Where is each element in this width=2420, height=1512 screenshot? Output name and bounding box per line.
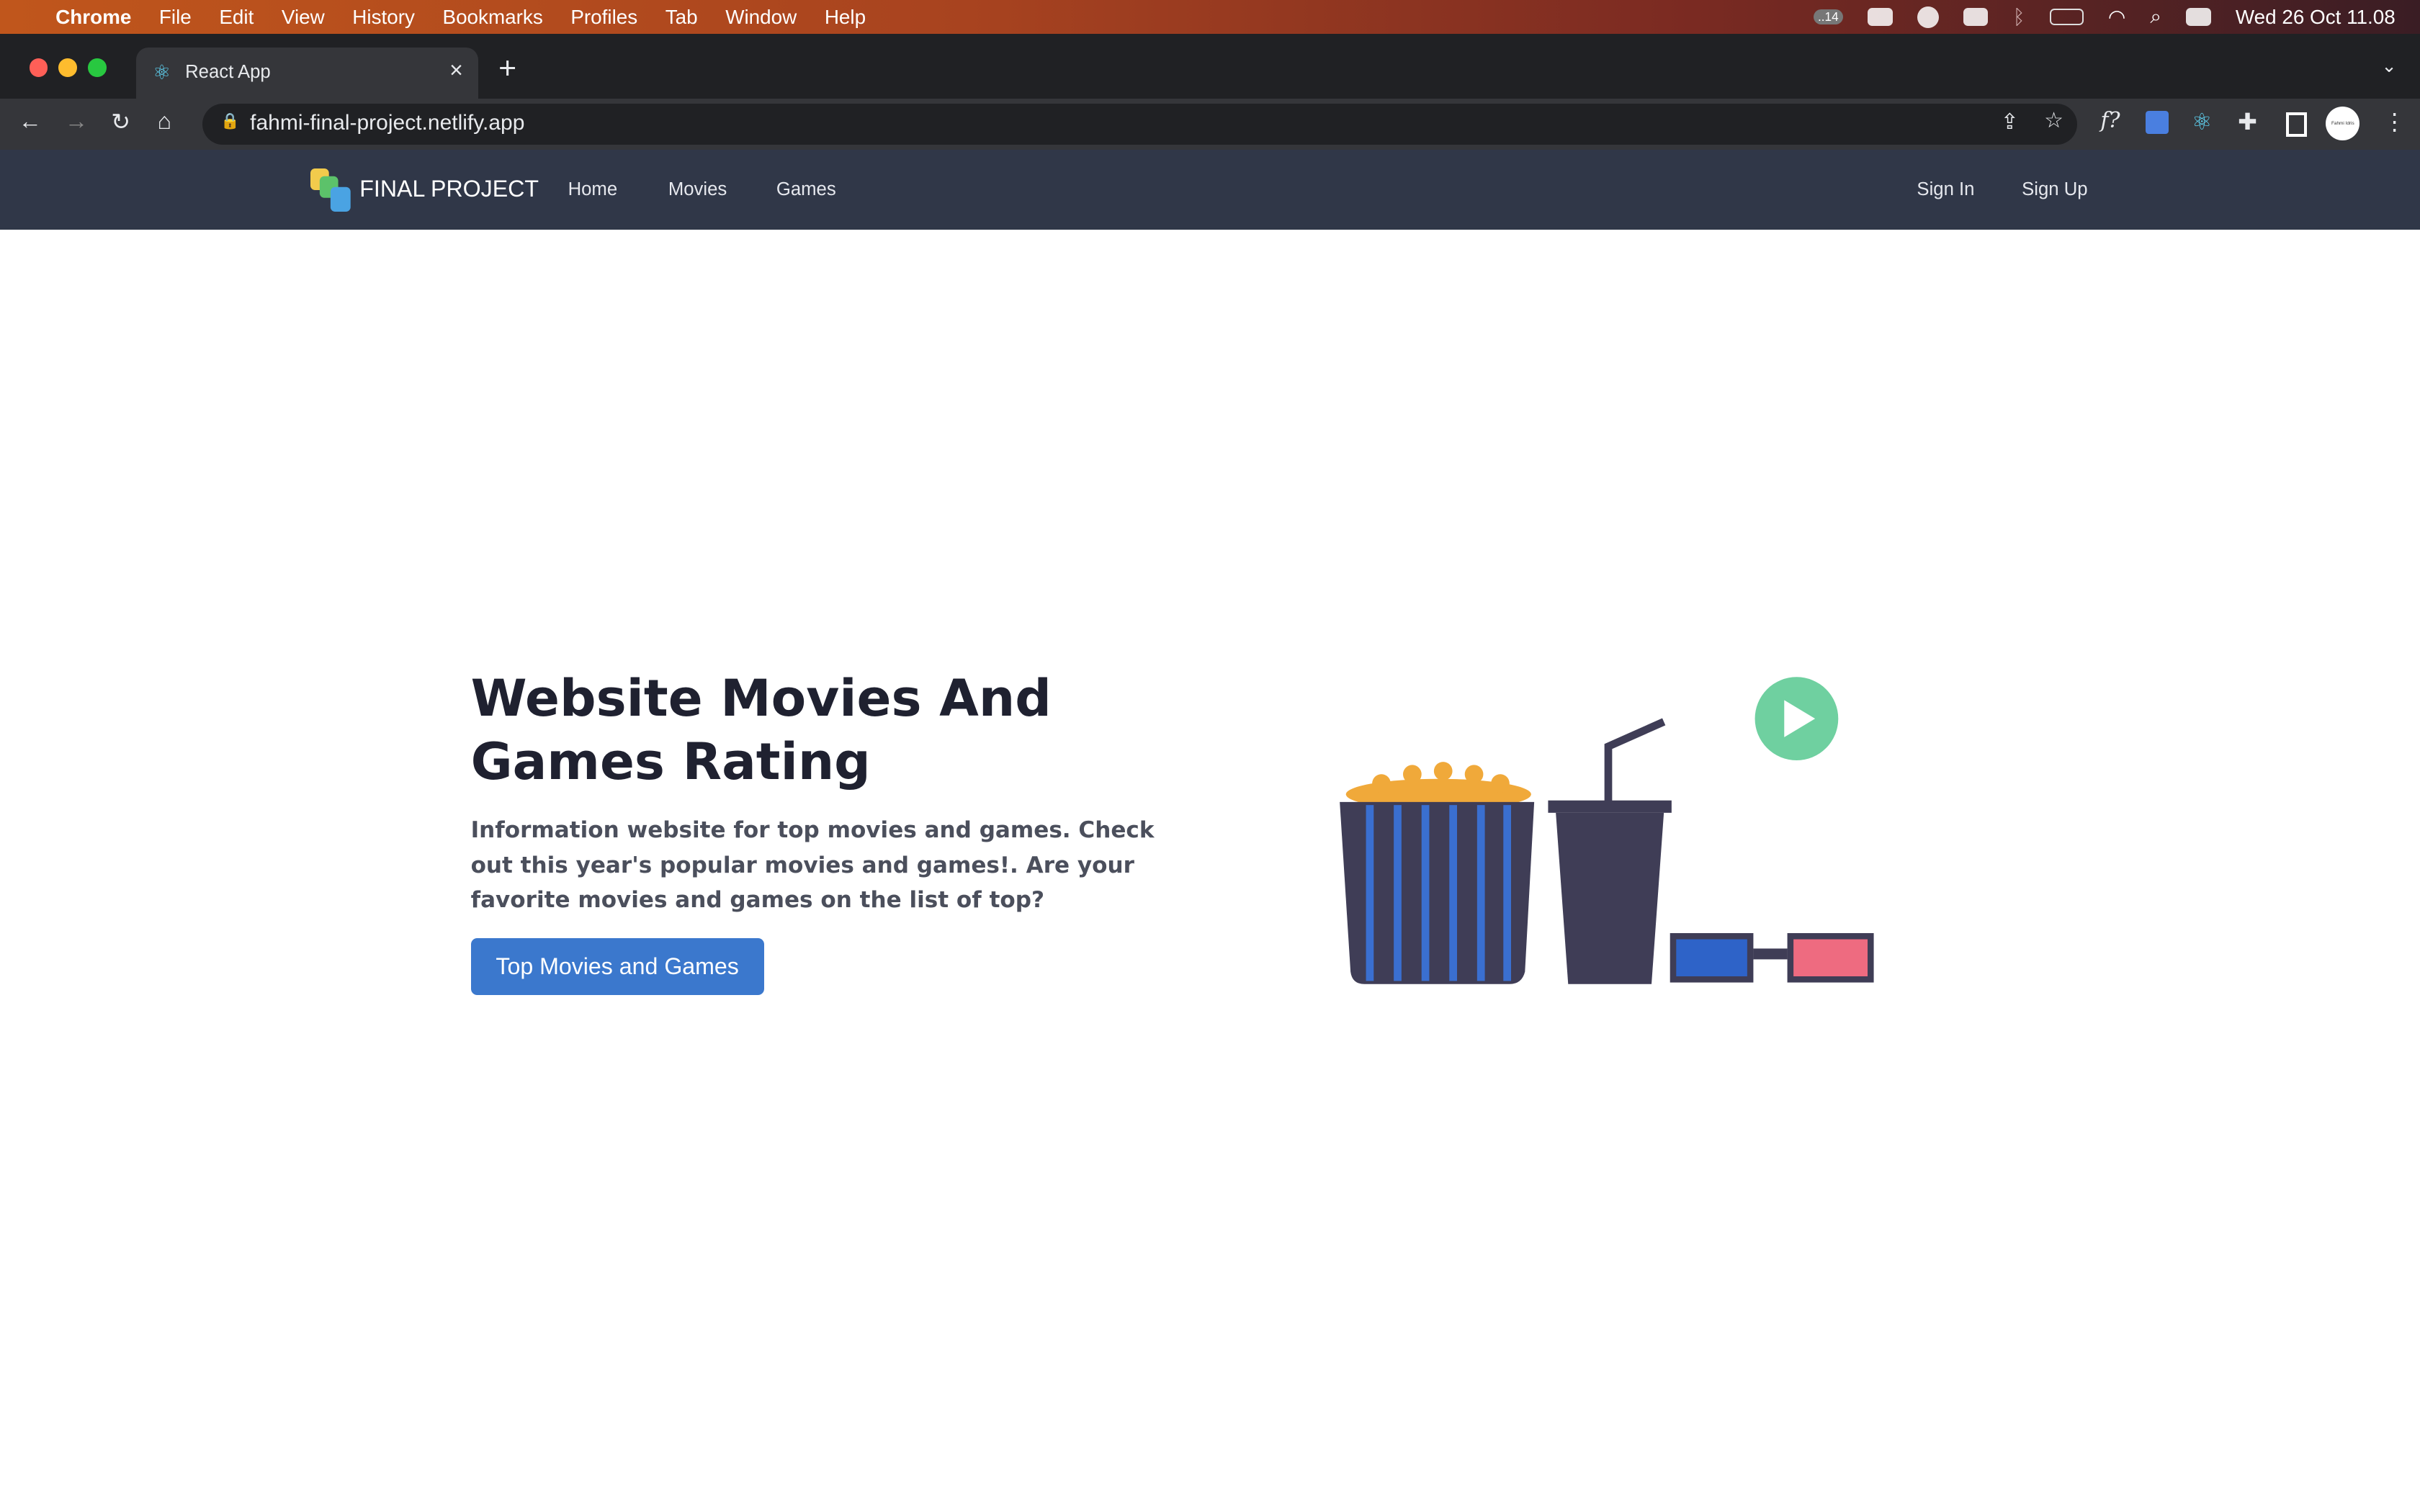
home-icon[interactable]: ⌂	[158, 108, 171, 135]
tab-react-app[interactable]: ⚛ React App ×	[135, 48, 479, 99]
tab-search-chevron-icon[interactable]: ⌄	[2381, 55, 2397, 77]
share-icon[interactable]: ⇪	[2001, 109, 2019, 135]
brand-name[interactable]: FINAL PROJECT	[359, 176, 539, 202]
sign-in-link[interactable]: Sign In	[1917, 179, 1974, 200]
font-extension-icon[interactable]: f?	[2100, 108, 2120, 133]
profile-avatar[interactable]: Fahmi Idris	[2326, 106, 2360, 140]
control-center-icon[interactable]	[2186, 7, 2211, 27]
tab-title: React App	[185, 61, 271, 82]
nav-movies[interactable]: Movies	[668, 179, 727, 200]
globe-shield-icon[interactable]	[1917, 6, 1939, 28]
url-text[interactable]: fahmi-final-project.netlify.app	[250, 111, 524, 135]
3d-glasses-icon	[1670, 933, 1874, 983]
hero-description: Information website for top movies and g…	[470, 817, 1155, 913]
status-badge[interactable]: ..14	[1813, 9, 1844, 25]
nav-home[interactable]: Home	[568, 179, 618, 200]
menu-help[interactable]: Help	[825, 6, 866, 29]
new-tab-button[interactable]: +	[498, 51, 516, 86]
menu-file[interactable]: File	[159, 6, 192, 29]
wifi-icon[interactable]: ◠	[2108, 5, 2125, 29]
menu-history[interactable]: History	[352, 6, 415, 29]
play-icon	[1754, 677, 1839, 761]
popcorn-icon	[1339, 762, 1534, 985]
menu-app[interactable]: Chrome	[55, 6, 131, 29]
forward-icon[interactable]: →	[65, 108, 88, 135]
shield-icon[interactable]	[1963, 7, 1989, 27]
menu-view[interactable]: View	[282, 6, 325, 29]
cinema-illustration	[1339, 677, 1874, 985]
react-devtools-icon[interactable]: ⚛	[2192, 108, 2213, 135]
top-movies-games-button[interactable]: Top Movies and Games	[470, 937, 764, 996]
menu-bookmarks[interactable]: Bookmarks	[443, 6, 543, 29]
reload-icon[interactable]: ↻	[111, 108, 130, 135]
mac-menubar: Chrome File Edit View History Bookmarks …	[0, 0, 2420, 35]
side-panel-icon[interactable]	[2285, 112, 2307, 138]
drink-cup-icon	[1548, 718, 1672, 985]
hero-title: Website Movies And Games Rating	[470, 667, 1052, 791]
bluetooth-icon[interactable]: ᛒ	[2013, 6, 2025, 29]
logo-icon[interactable]	[310, 168, 354, 212]
site-navbar: FINAL PROJECT Home Movies Games Sign In …	[0, 149, 2420, 230]
react-favicon-icon: ⚛	[153, 60, 171, 84]
menu-profiles[interactable]: Profiles	[570, 6, 637, 29]
menu-tab[interactable]: Tab	[666, 6, 698, 29]
clock[interactable]: Wed 26 Oct 11.08	[2236, 6, 2396, 29]
menu-edit[interactable]: Edit	[219, 6, 254, 29]
menu-window[interactable]: Window	[725, 6, 797, 29]
google-translate-icon[interactable]	[2145, 111, 2169, 135]
search-icon[interactable]: ⌕	[2150, 5, 2161, 29]
lock-icon: 🔒	[220, 112, 241, 130]
address-bar[interactable]: 🔒 fahmi-final-project.netlify.app ⇪ ☆	[202, 103, 2078, 145]
close-tab-icon[interactable]: ×	[449, 57, 463, 84]
extensions-puzzle-icon[interactable]: ✚	[2238, 108, 2257, 135]
bookmark-star-icon[interactable]: ☆	[2044, 108, 2063, 133]
nav-games[interactable]: Games	[776, 179, 836, 200]
sign-up-link[interactable]: Sign Up	[2022, 179, 2087, 200]
notification-icon[interactable]	[1868, 7, 1893, 27]
battery-icon[interactable]	[2049, 8, 2084, 26]
chrome-menu-icon[interactable]: ⋮	[2383, 108, 2406, 135]
back-icon[interactable]: ←	[19, 108, 42, 135]
maximize-window-button[interactable]	[88, 58, 107, 78]
browser-toolbar: ← → ↻ ⌂ 🔒 fahmi-final-project.netlify.ap…	[0, 99, 2420, 151]
